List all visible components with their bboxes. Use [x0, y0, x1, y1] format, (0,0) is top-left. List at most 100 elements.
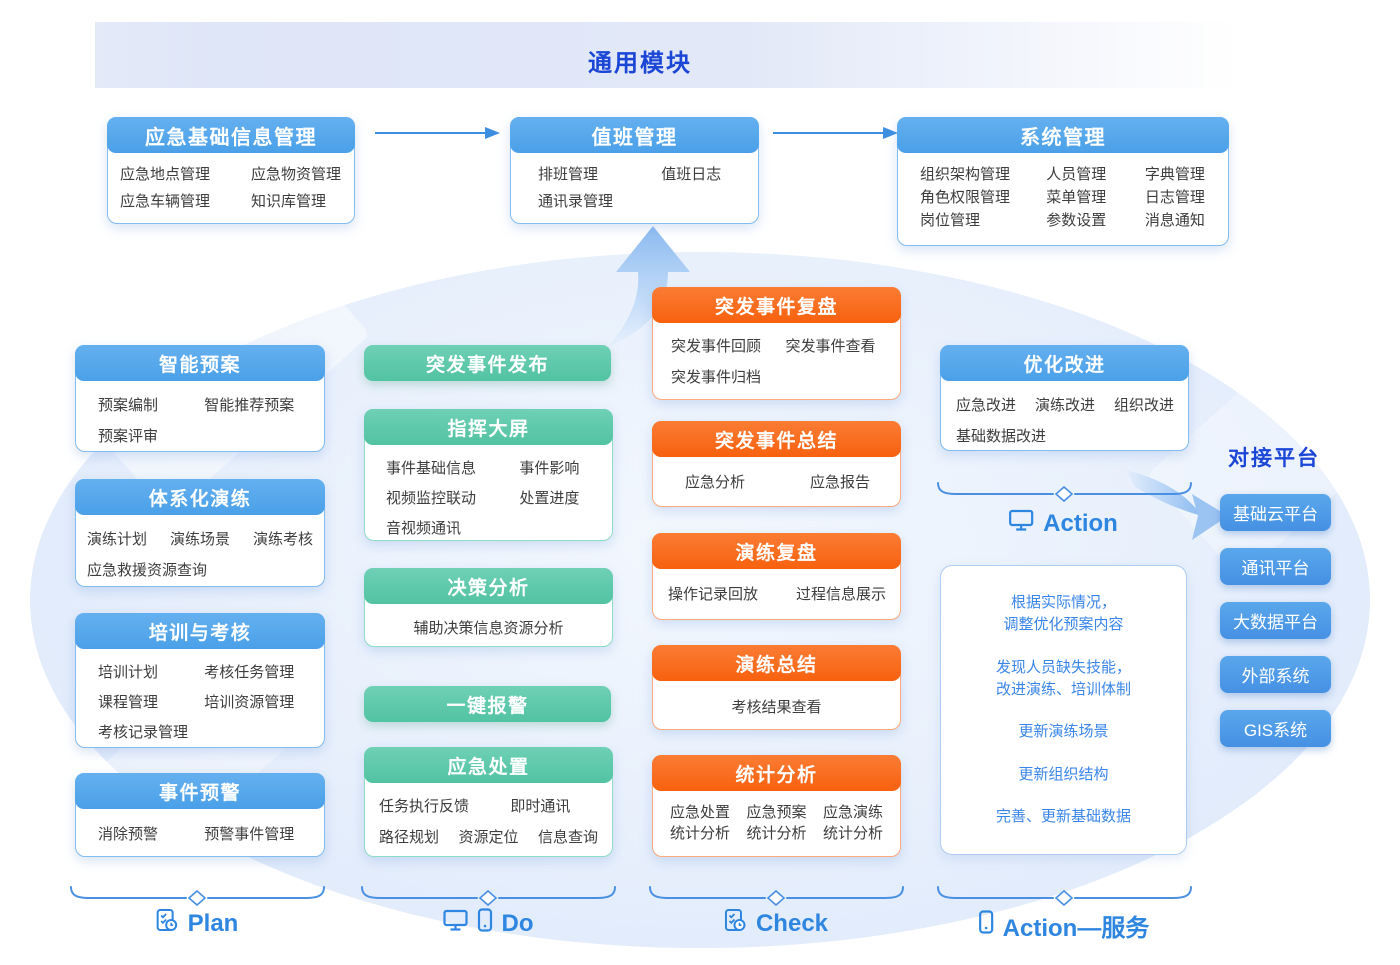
module-item: 值班日志	[661, 164, 758, 186]
platform-bigdata: 大数据平台	[1220, 602, 1331, 639]
label-plan: Plan	[156, 908, 239, 940]
module-item: 考核任务管理	[204, 662, 324, 684]
module-item: 消息通知	[1145, 210, 1228, 232]
platform-external: 外部系统	[1220, 656, 1331, 693]
box-title: 决策分析	[364, 568, 613, 604]
module-item: 演练考核	[253, 529, 313, 551]
box-title: 突发事件总结	[652, 421, 901, 457]
module-item: 排班管理	[538, 164, 661, 186]
platform-communication: 通讯平台	[1220, 548, 1331, 585]
module-item: 通讯录管理	[538, 191, 661, 213]
box-duty-management: 值班管理 排班管理 值班日志 通讯录管理	[510, 117, 759, 224]
platform-cloud: 基础云平台	[1220, 494, 1331, 531]
note-item: 根据实际情况， 调整优化预案内容	[949, 592, 1178, 636]
module-item: 角色权限管理	[920, 187, 1046, 209]
box-title: 智能预案	[75, 345, 325, 381]
module-item: 预案编制	[98, 395, 204, 417]
module-item: 应急分析	[685, 472, 745, 494]
box-title: 演练总结	[652, 645, 901, 681]
box-title: 突发事件复盘	[652, 287, 901, 323]
box-statistics-analysis: 统计分析 应急处置 统计分析 应急预案 统计分析 应急演练 统计分析	[652, 755, 901, 857]
box-emergency-basic-info: 应急基础信息管理 应急地点管理 应急物资管理 应急车辆管理 知识库管理	[107, 117, 355, 224]
module-item: 事件基础信息	[386, 458, 519, 480]
bracket-action	[936, 480, 1193, 509]
module-item: 应急救援资源查询	[87, 562, 207, 579]
note-item: 完善、更新基础数据	[949, 806, 1178, 828]
module-item: 培训计划	[98, 662, 204, 684]
box-title: 演练复盘	[652, 533, 901, 569]
module-item: 字典管理	[1145, 164, 1228, 186]
label-action-mid: Action	[1008, 508, 1118, 539]
module-item: 突发事件查看	[786, 336, 901, 358]
box-title: 统计分析	[652, 755, 901, 791]
box-incident-summary: 突发事件总结 应急分析 应急报告	[652, 421, 901, 507]
box-event-warning: 事件预警 消除预警 预警事件管理	[75, 773, 325, 857]
module-item: 日志管理	[1145, 187, 1228, 209]
arrow-right-connector	[770, 124, 900, 147]
action-notes-box: 根据实际情况， 调整优化预案内容 发现人员缺失技能， 改进演练、培训体制 更新演…	[940, 565, 1187, 855]
label-text: Plan	[188, 910, 239, 938]
diagram-canvas: 通用模块 应急基础信息管理 应急地点管理 应急物资管理	[0, 0, 1400, 965]
box-title: 指挥大屏	[364, 409, 613, 445]
module-item: 知识库管理	[251, 191, 354, 213]
box-decision-analysis: 决策分析 辅助决策信息资源分析	[364, 568, 613, 647]
box-title: 培训与考核	[75, 613, 325, 649]
module-item: 事件影响	[519, 458, 612, 480]
module-item: 信息查询	[538, 827, 598, 849]
arrow-right-connector	[372, 124, 502, 147]
box-title: 系统管理	[897, 117, 1229, 153]
module-item: 基础数据改进	[956, 428, 1046, 445]
module-item: 演练场景	[170, 529, 230, 551]
module-item: 参数设置	[1046, 210, 1145, 232]
module-item: 应急报告	[810, 472, 870, 494]
box-title: 优化改进	[940, 345, 1189, 381]
module-item: 操作记录回放	[668, 584, 758, 606]
module-item: 处置进度	[519, 488, 612, 510]
module-item: 消除预警	[98, 824, 204, 846]
arrow-right-swoosh	[1120, 462, 1235, 557]
platforms-title: 对接平台	[1228, 442, 1320, 472]
module-item: 预案评审	[98, 426, 204, 448]
pill-one-key-alarm: 一键报警	[364, 686, 611, 722]
module-item: 人员管理	[1046, 164, 1145, 186]
module-item: 预警事件管理	[204, 824, 324, 846]
phone-icon	[478, 908, 493, 939]
module-item: 应急车辆管理	[120, 191, 251, 213]
box-smart-plan: 智能预案 预案编制 智能推荐预案 预案评审	[75, 345, 325, 452]
module-item: 应急物资管理	[251, 164, 354, 186]
box-title: 应急处置	[364, 747, 613, 783]
note-item: 发现人员缺失技能， 改进演练、培训体制	[949, 657, 1178, 701]
label-action-service: Action—服务	[979, 908, 1150, 943]
label-do: Do	[443, 908, 534, 939]
module-item: 辅助决策信息资源分析	[413, 620, 563, 637]
box-title: 应急基础信息管理	[107, 117, 355, 153]
module-item: 突发事件归档	[671, 367, 786, 389]
box-command-screen: 指挥大屏 事件基础信息 事件影响 视频监控联动 处置进度 音视频通讯	[364, 409, 613, 541]
box-system-management: 系统管理 组织架构管理 人员管理 字典管理 角色权限管理 菜单管理 日志管理 岗…	[897, 117, 1229, 246]
module-item: 应急预案 统计分析	[746, 802, 806, 844]
phone-icon	[979, 910, 994, 941]
platform-gis: GIS系统	[1220, 710, 1331, 747]
module-item: 过程信息展示	[796, 584, 886, 606]
module-item: 岗位管理	[920, 210, 1046, 232]
box-incident-review: 突发事件复盘 突发事件回顾 突发事件查看 突发事件归档	[652, 287, 901, 400]
module-item: 应急地点管理	[120, 164, 251, 186]
module-item: 考核结果查看	[731, 699, 821, 716]
label-text: Check	[756, 910, 828, 938]
module-item: 演练改进	[1035, 395, 1095, 417]
note-item: 更新组织结构	[949, 764, 1178, 786]
label-text: Action—服务	[1003, 908, 1150, 943]
monitor-icon	[1008, 508, 1034, 539]
module-item: 考核记录管理	[98, 722, 204, 744]
module-item: 菜单管理	[1046, 187, 1145, 209]
box-title: 值班管理	[510, 117, 759, 153]
module-item: 视频监控联动	[386, 488, 519, 510]
module-item: 智能推荐预案	[204, 395, 324, 417]
module-item: 即时通讯	[510, 796, 598, 818]
box-title: 事件预警	[75, 773, 325, 809]
module-item: 培训资源管理	[204, 692, 324, 714]
module-item: 组织架构管理	[920, 164, 1046, 186]
module-item: 应急处置 统计分析	[670, 802, 730, 844]
label-text: Do	[502, 910, 534, 938]
box-emergency-response: 应急处置 任务执行反馈 即时通讯 路径规划 资源定位 信息查询	[364, 747, 613, 857]
